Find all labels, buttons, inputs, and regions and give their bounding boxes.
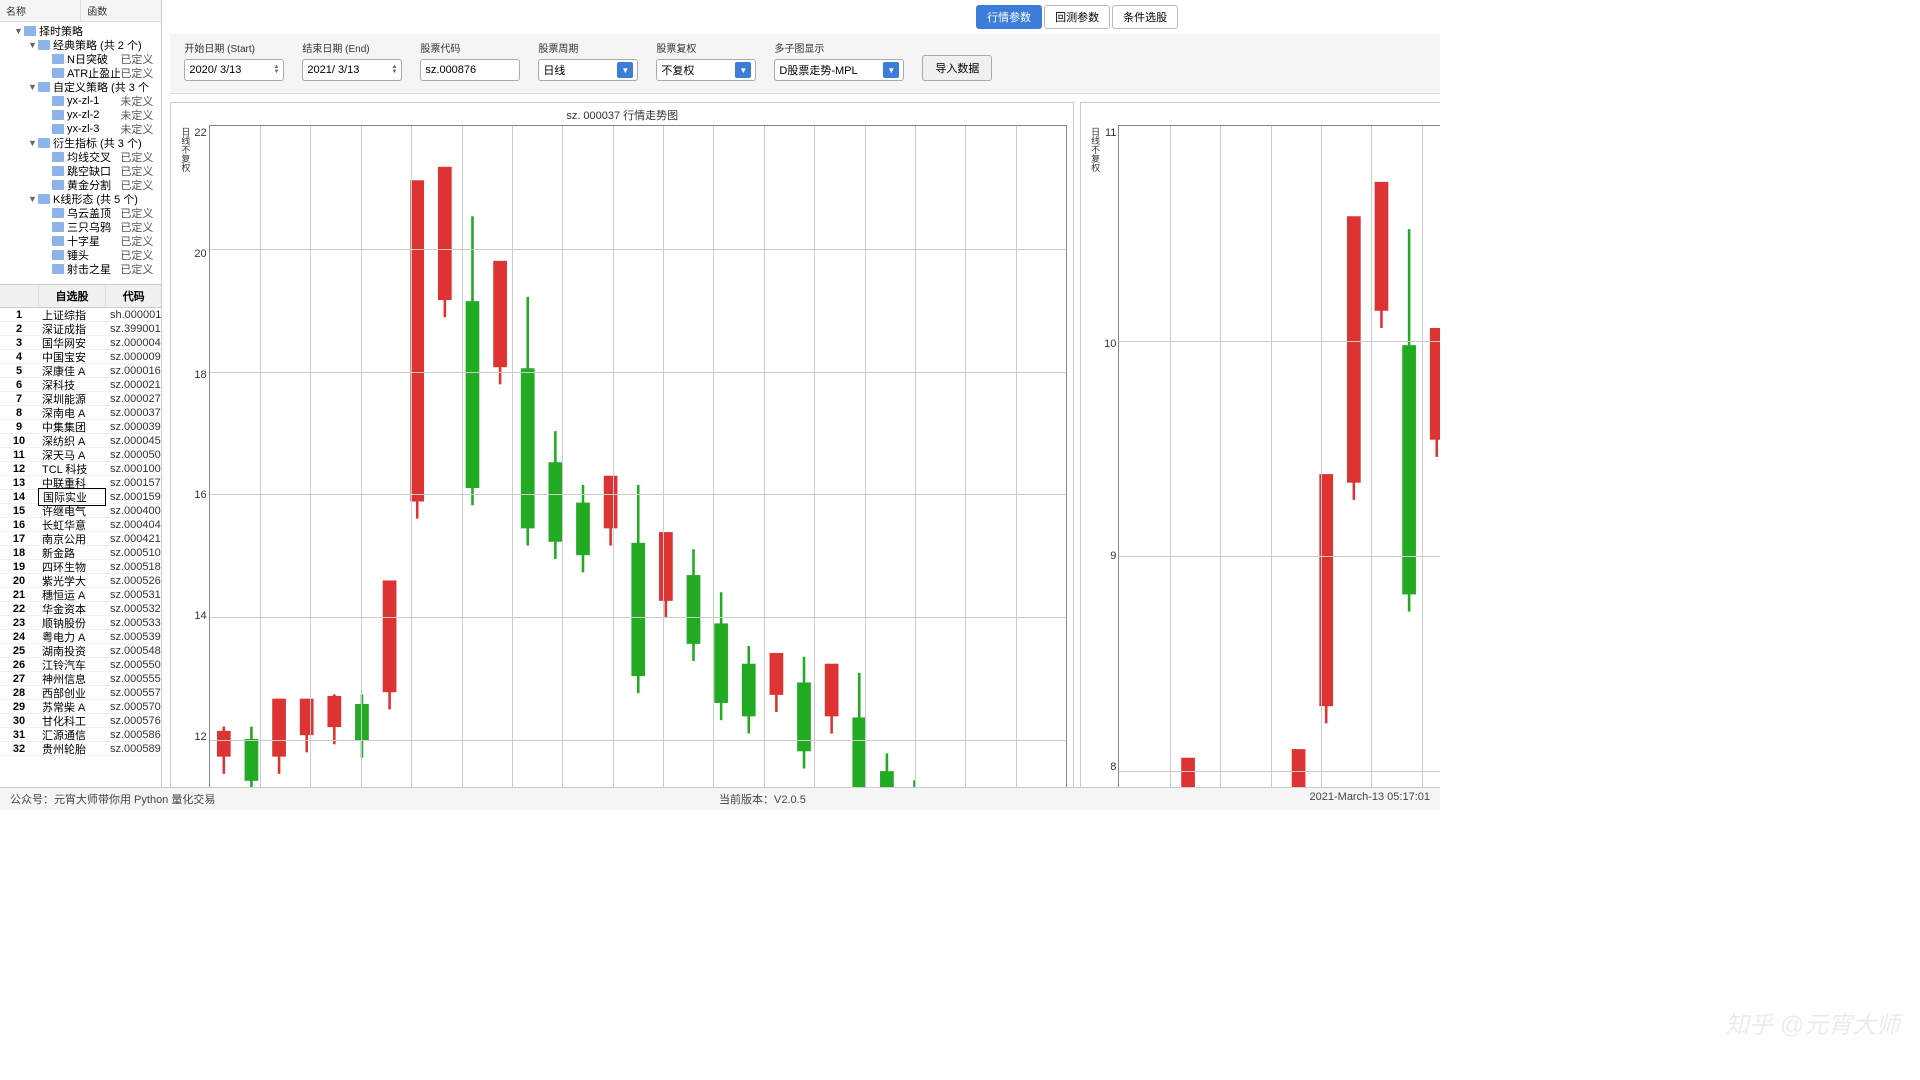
folder-icon bbox=[52, 208, 64, 218]
folder-icon bbox=[38, 82, 50, 92]
folder-icon bbox=[52, 96, 64, 106]
multi-select[interactable]: D股票走势-MPL▼ bbox=[774, 59, 904, 81]
tree-item[interactable]: N日突破已定义 bbox=[0, 52, 161, 66]
stock-table-header: 自选股代码 bbox=[0, 284, 161, 308]
chart-title: sz. 000045 行情走势图 bbox=[1087, 107, 1440, 123]
tab-1[interactable]: 回测参数 bbox=[1044, 5, 1110, 29]
tree-item[interactable]: ▼自定义策略 (共 3 个 bbox=[0, 80, 161, 94]
period-label: 股票周期 bbox=[538, 40, 638, 55]
tree-item[interactable]: ▼K线形态 (共 5 个) bbox=[0, 192, 161, 206]
params-panel: 开始日期 (Start) 2020/ 3/13▲▼ 结束日期 (End) 202… bbox=[170, 34, 1440, 94]
tree-item[interactable]: 锤头已定义 bbox=[0, 248, 161, 262]
strategy-tree[interactable]: ▼择时策略▼经典策略 (共 2 个)N日突破已定义ATR止盈止损已定义▼自定义策… bbox=[0, 22, 161, 284]
folder-icon bbox=[24, 26, 36, 36]
chart-title: sz. 000037 行情走势图 bbox=[177, 107, 1067, 123]
folder-icon bbox=[52, 68, 64, 78]
multi-label: 多子图显示 bbox=[774, 40, 904, 55]
stock-code-label: 股票代码 bbox=[420, 40, 520, 55]
tree-item-label: yx-zl-1 bbox=[67, 95, 120, 107]
tree-item-status: 已定义 bbox=[120, 261, 157, 277]
charts-grid: sz. 000037 行情走势图日线不复权222018161412108成交量2… bbox=[162, 94, 1440, 787]
footer-left: 公众号：元宵大师带你用 Python 量化交易 bbox=[10, 791, 215, 807]
price-plot[interactable] bbox=[1118, 125, 1440, 787]
tree-item-label: yx-zl-3 bbox=[67, 123, 120, 135]
tree-item[interactable]: 跳空缺口已定义 bbox=[0, 164, 161, 178]
chevron-down-icon: ▼ bbox=[735, 62, 751, 78]
status-bar: 公众号：元宵大师带你用 Python 量化交易 当前版本：V2.0.5 2021… bbox=[0, 787, 1440, 810]
tree-header: 名称 函数 bbox=[0, 0, 161, 22]
start-date-input[interactable]: 2020/ 3/13▲▼ bbox=[184, 59, 284, 81]
watermark: 知乎 @元宵大师 bbox=[1725, 1005, 1900, 1040]
folder-icon bbox=[52, 110, 64, 120]
tree-item-label: yx-zl-2 bbox=[67, 109, 120, 121]
folder-icon bbox=[52, 54, 64, 64]
folder-icon bbox=[52, 222, 64, 232]
tree-header-func: 函数 bbox=[81, 0, 161, 21]
tree-item[interactable]: yx-zl-1未定义 bbox=[0, 94, 161, 108]
tree-item[interactable]: yx-zl-3未定义 bbox=[0, 122, 161, 136]
folder-icon bbox=[52, 264, 64, 274]
folder-icon bbox=[52, 250, 64, 260]
fq-select[interactable]: 不复权▼ bbox=[656, 59, 756, 81]
period-select[interactable]: 日线▼ bbox=[538, 59, 638, 81]
end-date-input[interactable]: 2021/ 3/13▲▼ bbox=[302, 59, 402, 81]
tree-item[interactable]: 乌云盖顶已定义 bbox=[0, 206, 161, 220]
end-date-label: 结束日期 (End) bbox=[302, 40, 402, 55]
stepper-icon[interactable]: ▲▼ bbox=[273, 65, 279, 75]
footer-right: 2021-March-13 05:17:01 bbox=[1310, 791, 1430, 807]
tab-bar: 行情参数回测参数条件选股 bbox=[162, 0, 1440, 34]
y-ticks: 222018161412108 bbox=[194, 125, 208, 787]
folder-icon bbox=[38, 40, 50, 50]
folder-icon bbox=[38, 138, 50, 148]
stepper-icon[interactable]: ▲▼ bbox=[391, 65, 397, 75]
tree-header-name: 名称 bbox=[0, 0, 81, 21]
disclosure-icon[interactable]: ▼ bbox=[28, 40, 38, 50]
tree-item[interactable]: ▼经典策略 (共 2 个) bbox=[0, 38, 161, 52]
tab-2[interactable]: 条件选股 bbox=[1112, 5, 1178, 29]
tree-item[interactable]: yx-zl-2未定义 bbox=[0, 108, 161, 122]
tree-item-label: 射击之星 bbox=[67, 261, 120, 277]
folder-icon bbox=[52, 124, 64, 134]
tree-item[interactable]: 黄金分割已定义 bbox=[0, 178, 161, 192]
fq-label: 股票复权 bbox=[656, 40, 756, 55]
footer-center: 当前版本：V2.0.5 bbox=[719, 791, 806, 807]
stock-list[interactable]: 1上证综指sh.0000012深证成指sz.3990013国华网安sz.0000… bbox=[0, 308, 161, 787]
chart-panel: sz. 000045 行情走势图日线不复权1110987成交量250000020… bbox=[1080, 102, 1440, 787]
sidebar: 名称 函数 ▼择时策略▼经典策略 (共 2 个)N日突破已定义ATR止盈止损已定… bbox=[0, 0, 162, 787]
folder-icon bbox=[52, 180, 64, 190]
y-axis-label: 日线不复权 bbox=[177, 125, 194, 787]
disclosure-icon[interactable]: ▼ bbox=[14, 26, 24, 36]
import-button[interactable]: 导入数据 bbox=[922, 55, 992, 81]
disclosure-icon[interactable]: ▼ bbox=[28, 138, 38, 148]
folder-icon bbox=[38, 194, 50, 204]
chevron-down-icon: ▼ bbox=[617, 62, 633, 78]
y-ticks: 1110987 bbox=[1104, 125, 1118, 787]
tab-0[interactable]: 行情参数 bbox=[976, 5, 1042, 29]
tree-item[interactable]: 三只乌鸦已定义 bbox=[0, 220, 161, 234]
tree-item[interactable]: ▼衍生指标 (共 3 个) bbox=[0, 136, 161, 150]
folder-icon bbox=[52, 152, 64, 162]
folder-icon bbox=[52, 236, 64, 246]
chart-panel: sz. 000037 行情走势图日线不复权222018161412108成交量2… bbox=[170, 102, 1074, 787]
disclosure-icon[interactable]: ▼ bbox=[28, 82, 38, 92]
tree-item[interactable]: ▼择时策略 bbox=[0, 24, 161, 38]
y-axis-label: 日线不复权 bbox=[1087, 125, 1104, 787]
tree-item[interactable]: 十字星已定义 bbox=[0, 234, 161, 248]
price-plot[interactable] bbox=[209, 125, 1067, 787]
folder-icon bbox=[52, 166, 64, 176]
disclosure-icon[interactable]: ▼ bbox=[28, 194, 38, 204]
stock-code-input[interactable]: sz.000876 bbox=[420, 59, 520, 81]
stock-row[interactable]: 32贵州轮胎sz.000589 bbox=[0, 742, 161, 756]
chevron-down-icon: ▼ bbox=[883, 62, 899, 78]
tree-item[interactable]: 均线交叉已定义 bbox=[0, 150, 161, 164]
tree-item[interactable]: 射击之星已定义 bbox=[0, 262, 161, 276]
tree-item[interactable]: ATR止盈止损已定义 bbox=[0, 66, 161, 80]
start-date-label: 开始日期 (Start) bbox=[184, 40, 284, 55]
